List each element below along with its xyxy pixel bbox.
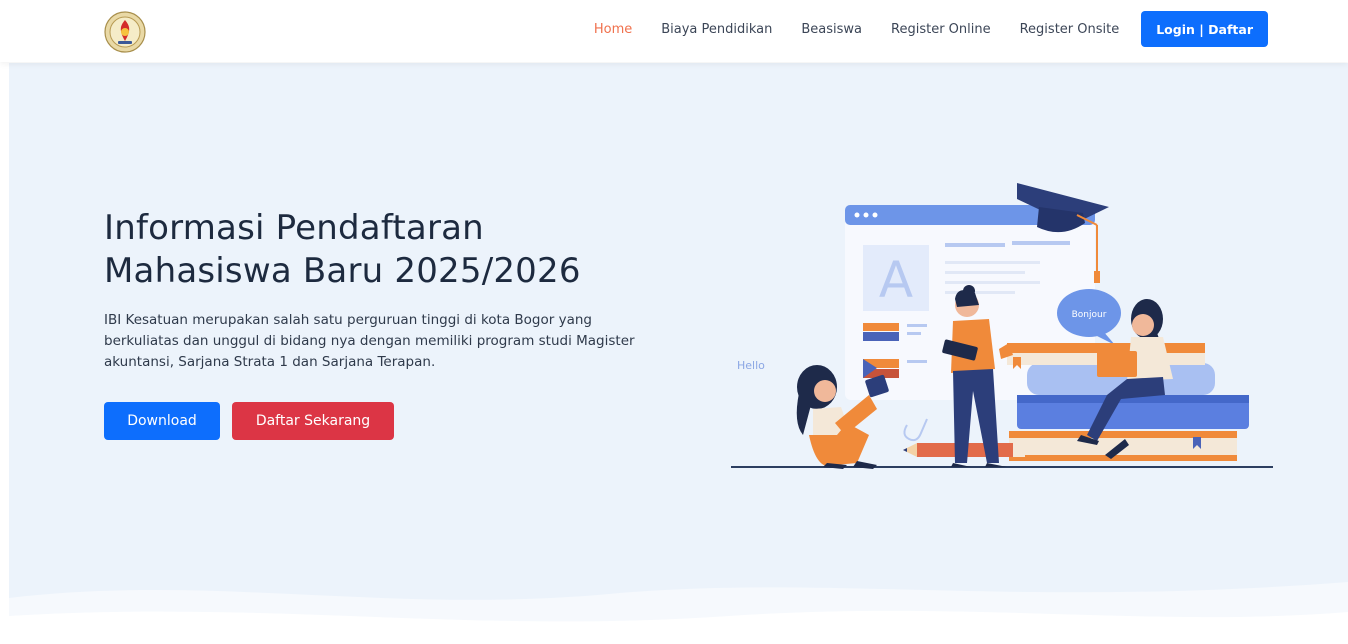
svg-text:A: A (879, 251, 913, 309)
hero-description: IBI Kesatuan merupakan salah satu pergur… (104, 312, 635, 370)
daftar-sekarang-button[interactable]: Daftar Sekarang (232, 402, 394, 440)
nav-menu: Home Biaya Pendidikan Beasiswa Register … (565, 11, 1268, 47)
hero-title-line2: Mahasiswa Baru 2025/2026 (104, 251, 581, 291)
hero-title-line1: Informasi Pendaftaran (104, 208, 484, 248)
hero-title: Informasi Pendaftaran Mahasiswa Baru 202… (104, 207, 724, 293)
institution-logo[interactable] (104, 11, 146, 53)
sitting-student-left-graphic (796, 365, 889, 469)
hero-section: Informasi Pendaftaran Mahasiswa Baru 202… (9, 63, 1348, 644)
bottom-wave-decoration (9, 582, 1348, 644)
paperclip-icon (903, 418, 928, 442)
nav-beasiswa[interactable]: Beasiswa (801, 22, 862, 37)
svg-text:Bonjour: Bonjour (1072, 310, 1107, 320)
nav-register-onsite[interactable]: Register Onsite (1020, 22, 1120, 37)
hello-text: Hello (737, 359, 765, 372)
login-daftar-button[interactable]: Login | Daftar (1141, 11, 1268, 47)
nav-register-online[interactable]: Register Online (891, 22, 991, 37)
nav-biaya-pendidikan[interactable]: Biaya Pendidikan (661, 22, 772, 37)
top-navbar: Home Biaya Pendidikan Beasiswa Register … (0, 0, 1348, 62)
nav-home[interactable]: Home (594, 22, 632, 37)
download-button[interactable]: Download (104, 402, 220, 440)
students-learning-illustration: A Bonjour Hello (731, 183, 1273, 469)
